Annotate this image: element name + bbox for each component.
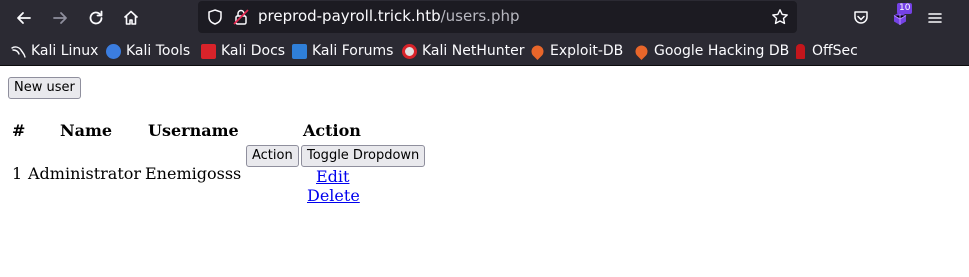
cell-username: Enemigosss (145, 164, 242, 183)
kali-dragon-icon (11, 44, 26, 59)
cell-number: 1 (12, 164, 23, 183)
bookmark-label: Exploit-DB (550, 43, 624, 59)
bookmark-kali-docs[interactable]: Kali Docs (201, 41, 285, 61)
shield-icon[interactable] (206, 8, 224, 26)
bookmark-label: Kali Docs (221, 43, 286, 59)
delete-link[interactable]: Delete (307, 186, 360, 205)
new-user-button[interactable]: New user (8, 77, 81, 99)
bookmark-offsec[interactable]: OffSec (793, 41, 858, 61)
header-name: Name (60, 121, 113, 140)
pocket-icon (854, 11, 868, 24)
url-path: /users.php (440, 7, 520, 25)
bookmark-kali-forums[interactable]: Kali Forums (292, 41, 393, 61)
bookmark-kali-nethunter[interactable]: Kali NetHunter (402, 41, 524, 61)
arrow-left-icon (17, 12, 31, 24)
extensions-button[interactable]: 10 (887, 3, 913, 31)
header-action: Action (303, 121, 361, 140)
ghdb-icon (633, 42, 650, 60)
bookmark-star-icon[interactable] (771, 8, 789, 26)
extensions-badge: 10 (897, 3, 913, 14)
bookmarks-toolbar: Kali Linux Kali Tools Kali Docs Kali For… (0, 36, 969, 66)
bookmark-google-hacking-db[interactable]: Google Hacking DB (633, 41, 790, 61)
header-username: Username (148, 121, 239, 140)
arrow-right-icon (53, 12, 67, 24)
kali-forums-icon (292, 43, 307, 59)
bookmark-kali-linux[interactable]: Kali Linux (11, 41, 98, 61)
bookmark-kali-tools[interactable]: Kali Tools (106, 41, 190, 61)
action-button[interactable]: Action (246, 145, 299, 167)
insecure-lock-icon[interactable] (232, 8, 250, 26)
nethunter-icon (402, 43, 417, 59)
forward-button[interactable] (47, 5, 73, 31)
reload-button[interactable] (83, 5, 109, 31)
url-host: preprod-payroll.trick.htb (258, 7, 441, 25)
bookmark-label: Kali Forums (312, 43, 394, 59)
page-content: New user # Name Username Action 1 Admini… (0, 67, 969, 277)
pocket-button[interactable] (848, 5, 874, 31)
bookmark-label: Kali Tools (126, 43, 191, 59)
hamburger-menu-icon (928, 13, 942, 23)
bookmark-label: Google Hacking DB (654, 43, 790, 59)
home-icon (123, 10, 139, 25)
cell-name: Administrator (28, 164, 142, 183)
kali-docs-icon (201, 43, 216, 59)
url-text[interactable]: preprod-payroll.trick.htb/users.php (258, 7, 520, 25)
bookmark-exploit-db[interactable]: Exploit-DB (529, 41, 624, 61)
back-button[interactable] (11, 5, 37, 31)
header-number: # (12, 121, 26, 140)
edit-link[interactable]: Edit (316, 167, 349, 186)
bookmark-label: OffSec (812, 43, 858, 59)
offsec-icon (796, 43, 805, 59)
exploit-db-icon (529, 42, 546, 60)
home-button[interactable] (118, 5, 144, 31)
reload-icon (89, 10, 103, 25)
app-menu-button[interactable] (922, 5, 948, 31)
bookmark-label: Kali Linux (31, 43, 99, 59)
browser-toolbar: preprod-payroll.trick.htb/users.php 10 (0, 0, 969, 36)
kali-tools-icon (106, 43, 121, 59)
bookmark-label: Kali NetHunter (422, 43, 525, 59)
toggle-dropdown-button[interactable]: Toggle Dropdown (301, 145, 426, 167)
address-bar[interactable]: preprod-payroll.trick.htb/users.php (198, 1, 797, 33)
